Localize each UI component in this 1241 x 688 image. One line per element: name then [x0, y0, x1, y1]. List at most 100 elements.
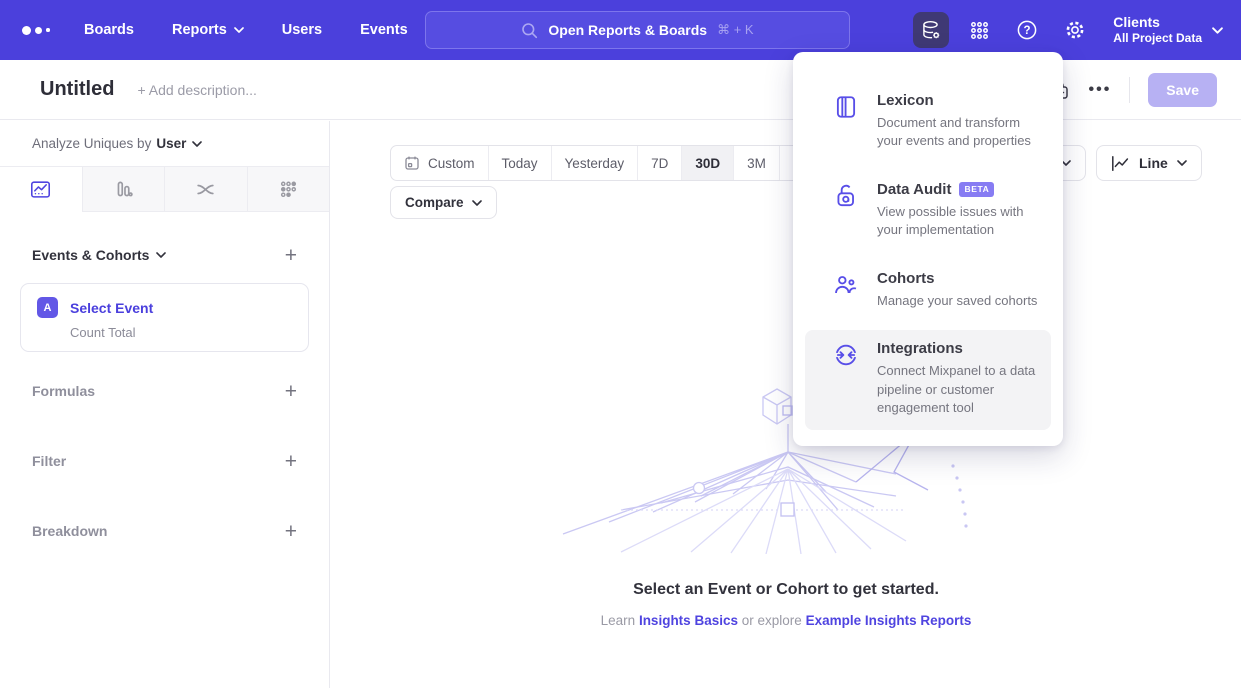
- data-audit-title: Data Audit: [877, 181, 951, 198]
- nav-item-users-label: Users: [282, 22, 322, 38]
- empty-state-title: Select an Event or Cohort to get started…: [331, 581, 1241, 599]
- integrations-sync-icon: [833, 340, 859, 417]
- insights-basics-link[interactable]: Insights Basics: [639, 613, 738, 628]
- compare-button[interactable]: Compare: [390, 186, 497, 219]
- lexicon-description: Document and transform your events and p…: [877, 114, 1041, 151]
- event-card-row: A Select Event: [37, 297, 308, 318]
- section-formulas: Formulas +: [0, 356, 329, 426]
- count-total-label[interactable]: Count Total: [70, 325, 308, 340]
- save-button[interactable]: Save: [1148, 73, 1217, 107]
- integrations-description: Connect Mixpanel to a data pipeline or c…: [877, 362, 1041, 417]
- query-builder-sidebar: Analyze Uniques by User: [0, 121, 330, 688]
- range-custom[interactable]: Custom: [391, 146, 488, 180]
- menu-item-integrations[interactable]: Integrations Connect Mixpanel to a data …: [805, 330, 1051, 429]
- top-navbar: Boards Reports Users Events Open Reports…: [0, 0, 1241, 60]
- project-name: All Project Data: [1113, 31, 1202, 46]
- events-cohorts-label: Events & Cohorts: [32, 247, 149, 263]
- range-yesterday[interactable]: Yesterday: [551, 146, 638, 180]
- analyze-row: Analyze Uniques by User: [0, 121, 329, 166]
- add-event-button[interactable]: +: [285, 245, 297, 266]
- chart-type-tabs: [0, 166, 329, 212]
- insights-report-page: Boards Reports Users Events Open Reports…: [0, 0, 1241, 688]
- global-search-button[interactable]: Open Reports & Boards ⌘ + K: [425, 11, 850, 49]
- range-7d[interactable]: 7D: [637, 146, 681, 180]
- analyze-value: User: [156, 136, 186, 151]
- tab-bar-chart[interactable]: [82, 167, 165, 212]
- range-30d[interactable]: 30D: [681, 146, 733, 180]
- help-button[interactable]: ?: [1009, 12, 1045, 48]
- empty-state-links: Learn Insights Basics or explore Example…: [331, 613, 1241, 628]
- or-explore-text: or explore: [742, 613, 802, 628]
- settings-button[interactable]: [1057, 12, 1093, 48]
- section-filter: Filter +: [0, 426, 329, 496]
- event-letter-badge: A: [37, 297, 58, 318]
- chart-type-label: Line: [1139, 155, 1168, 171]
- add-description-field[interactable]: + Add description...: [137, 82, 256, 98]
- header-divider: [1129, 77, 1130, 103]
- svg-text:?: ?: [1024, 25, 1031, 37]
- tab-line-chart[interactable]: [0, 167, 82, 212]
- analyze-value-dropdown[interactable]: User: [156, 136, 202, 151]
- nav-item-boards[interactable]: Boards: [84, 22, 134, 38]
- range-yesterday-label: Yesterday: [565, 156, 625, 171]
- report-title[interactable]: Untitled: [40, 78, 114, 101]
- add-breakdown-button[interactable]: +: [285, 521, 297, 542]
- mixpanel-logo[interactable]: [22, 26, 62, 35]
- tab-flow-chart[interactable]: [164, 167, 247, 212]
- filter-label: Filter: [32, 453, 66, 469]
- calendar-icon: [404, 155, 420, 171]
- more-options-button[interactable]: •••: [1088, 85, 1111, 95]
- range-30d-label: 30D: [695, 156, 720, 171]
- integrations-title: Integrations: [877, 340, 963, 357]
- nav-item-reports[interactable]: Reports: [172, 22, 244, 38]
- lexicon-title: Lexicon: [877, 92, 934, 109]
- report-canvas: Custom Today Yesterday 7D 30D 3M 6M Comp…: [331, 121, 1241, 688]
- cohorts-title: Cohorts: [877, 270, 935, 287]
- nav-item-events[interactable]: Events: [360, 22, 408, 38]
- flow-tab-icon: [195, 179, 216, 200]
- org-name: Clients: [1113, 14, 1202, 32]
- range-today[interactable]: Today: [488, 146, 551, 180]
- add-formula-button[interactable]: +: [285, 381, 297, 402]
- data-audit-lock-icon: [833, 181, 859, 240]
- database-gear-icon: [920, 19, 943, 42]
- header-actions: ••• Save: [1049, 60, 1217, 120]
- select-event-label[interactable]: Select Event: [70, 300, 153, 316]
- line-chart-tab-icon: [30, 179, 51, 200]
- menu-item-lexicon[interactable]: Lexicon Document and transform your even…: [805, 82, 1051, 163]
- range-3m[interactable]: 3M: [733, 146, 779, 180]
- grid-dots-icon: [969, 20, 990, 41]
- compare-label: Compare: [405, 195, 464, 210]
- range-7d-label: 7D: [651, 156, 668, 171]
- event-card[interactable]: A Select Event Count Total: [20, 283, 309, 352]
- date-range-selector: Custom Today Yesterday 7D 30D 3M 6M: [390, 145, 826, 181]
- nav-item-events-label: Events: [360, 22, 408, 38]
- add-filter-button[interactable]: +: [285, 451, 297, 472]
- learn-prefix: Learn: [601, 613, 636, 628]
- menu-item-data-audit[interactable]: Data Audit BETA View possible issues wit…: [805, 171, 1051, 252]
- apps-grid-button[interactable]: [961, 12, 997, 48]
- data-management-button[interactable]: [913, 12, 949, 48]
- nav-item-users[interactable]: Users: [282, 22, 322, 38]
- breakdown-label: Breakdown: [32, 523, 107, 539]
- chevron-down-icon: [156, 252, 166, 258]
- range-custom-label: Custom: [428, 156, 475, 171]
- chevron-down-icon: [234, 27, 244, 33]
- example-reports-link[interactable]: Example Insights Reports: [806, 613, 972, 628]
- range-today-label: Today: [502, 156, 538, 171]
- primary-nav: Boards Reports Users Events: [84, 22, 408, 38]
- sidebar-sections: Formulas + Filter + Breakdown +: [0, 356, 329, 566]
- nav-item-reports-label: Reports: [172, 22, 227, 38]
- events-cohorts-toggle[interactable]: Events & Cohorts: [32, 247, 166, 263]
- tab-scatter-chart[interactable]: [247, 167, 330, 212]
- chart-type-dropdown[interactable]: Line: [1096, 145, 1202, 181]
- formulas-label: Formulas: [32, 383, 95, 399]
- beta-badge: BETA: [959, 182, 994, 197]
- events-cohorts-header: Events & Cohorts +: [32, 236, 297, 274]
- chevron-down-icon: [192, 141, 202, 147]
- search-label: Open Reports & Boards: [548, 22, 707, 38]
- chevron-down-icon: [1177, 160, 1187, 166]
- project-switcher[interactable]: Clients All Project Data: [1113, 14, 1223, 47]
- data-management-menu: Lexicon Document and transform your even…: [793, 52, 1063, 446]
- menu-item-cohorts[interactable]: Cohorts Manage your saved cohorts: [805, 260, 1051, 322]
